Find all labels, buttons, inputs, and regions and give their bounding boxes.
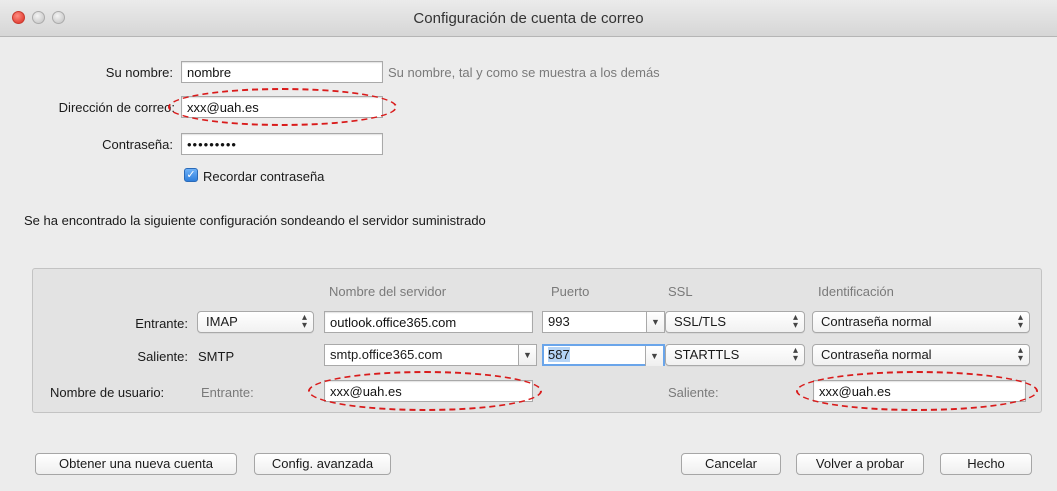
outgoing-label: Saliente:: [137, 349, 188, 364]
checkmark-icon: ✓: [186, 169, 196, 181]
username-outgoing-label: Saliente:: [668, 385, 719, 400]
incoming-ssl-select[interactable]: SSL/TLS ▴ ▾: [665, 311, 805, 333]
incoming-protocol-value: IMAP: [206, 314, 238, 329]
incoming-port-value: 993: [548, 314, 570, 329]
outgoing-server-value: smtp.office365.com: [330, 347, 443, 362]
done-button[interactable]: Hecho: [940, 453, 1032, 475]
username-incoming-label: Entrante:: [201, 385, 254, 400]
up-down-arrows-icon: ▴ ▾: [301, 312, 307, 331]
annotation-ellipse-outgoing-username: [796, 371, 1038, 411]
up-down-arrows-icon: ▴ ▾: [792, 345, 798, 364]
outgoing-ssl-value: STARTTLS: [674, 347, 740, 362]
account-setup-window: Configuración de cuenta de correo Su nom…: [0, 0, 1057, 491]
cancel-button[interactable]: Cancelar: [681, 453, 781, 475]
remember-password-label[interactable]: Recordar contraseña: [203, 169, 324, 184]
incoming-label: Entrante:: [135, 316, 188, 331]
outgoing-ssl-select[interactable]: STARTTLS ▴ ▾: [665, 344, 805, 366]
title-bar: Configuración de cuenta de correo: [0, 0, 1057, 37]
incoming-server-field[interactable]: [324, 311, 533, 333]
outgoing-auth-select[interactable]: Contraseña normal ▴ ▾: [812, 344, 1030, 366]
incoming-port-combo[interactable]: 993 ▼: [542, 311, 665, 333]
header-auth: Identificación: [818, 284, 894, 299]
name-label: Su nombre:: [105, 65, 173, 80]
chevron-down-icon[interactable]: ▼: [646, 312, 664, 332]
password-field[interactable]: [181, 133, 383, 155]
name-field[interactable]: [181, 61, 383, 83]
outgoing-auth-value: Contraseña normal: [821, 347, 932, 362]
annotation-ellipse-email: [168, 88, 397, 126]
incoming-protocol-select[interactable]: IMAP ▴ ▾: [197, 311, 314, 333]
incoming-auth-select[interactable]: Contraseña normal ▴ ▾: [812, 311, 1030, 333]
remember-password-checkbox[interactable]: ✓: [184, 168, 198, 182]
status-text: Se ha encontrado la siguiente configurac…: [24, 213, 486, 228]
chevron-down-icon[interactable]: ▼: [645, 346, 663, 366]
annotation-ellipse-incoming-username: [308, 371, 542, 411]
up-down-arrows-icon: ▴ ▾: [1017, 312, 1023, 331]
outgoing-port-combo[interactable]: 587 ▼: [542, 344, 665, 366]
window-title: Configuración de cuenta de correo: [413, 10, 644, 27]
incoming-ssl-value: SSL/TLS: [674, 314, 727, 329]
chevron-down-icon[interactable]: ▼: [518, 345, 536, 365]
outgoing-protocol: SMTP: [198, 349, 235, 364]
new-account-button[interactable]: Obtener una nueva cuenta: [35, 453, 237, 475]
header-server: Nombre del servidor: [329, 284, 447, 299]
password-label: Contraseña:: [102, 137, 173, 152]
advanced-config-button[interactable]: Config. avanzada: [254, 453, 391, 475]
header-ssl: SSL: [668, 284, 693, 299]
up-down-arrows-icon: ▴ ▾: [1017, 345, 1023, 364]
name-hint: Su nombre, tal y como se muestra a los d…: [388, 65, 660, 80]
incoming-auth-value: Contraseña normal: [821, 314, 932, 329]
retry-button[interactable]: Volver a probar: [796, 453, 924, 475]
outgoing-server-combo[interactable]: smtp.office365.com ▼: [324, 344, 537, 366]
up-down-arrows-icon: ▴ ▾: [792, 312, 798, 331]
header-port: Puerto: [551, 284, 590, 299]
email-label: Dirección de correo:: [58, 100, 175, 115]
username-label: Nombre de usuario:: [50, 385, 165, 400]
outgoing-port-value: 587: [548, 347, 570, 362]
